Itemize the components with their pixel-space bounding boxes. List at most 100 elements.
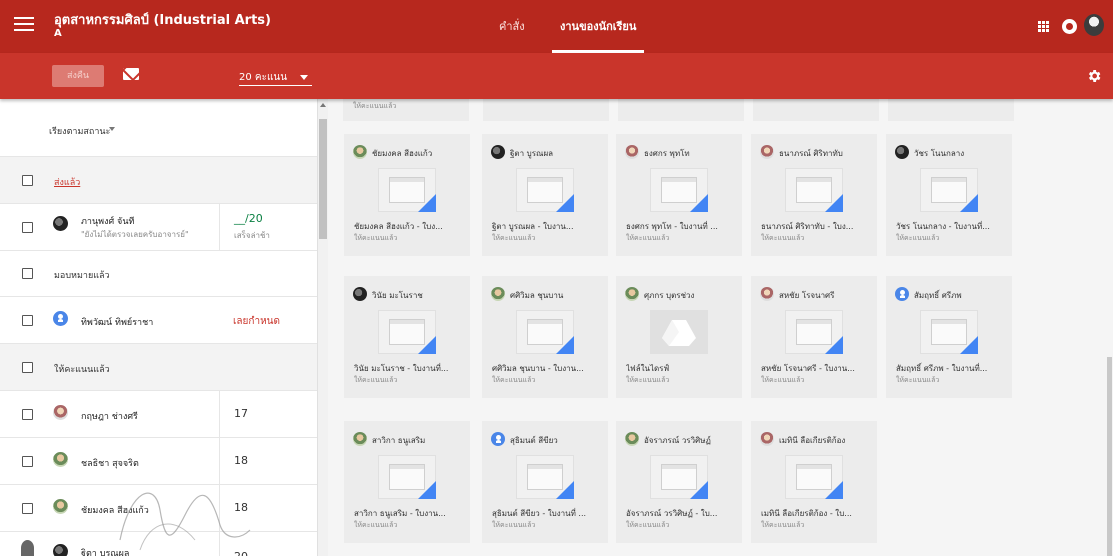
document-thumbnail[interactable] [650,455,708,499]
card-partial[interactable]: ให้คะแนนแล้ว [343,99,469,121]
list-scrollbar[interactable] [318,99,328,556]
student-row[interactable]: ชัยมงคล สีฮงแก้ว 18 [0,484,317,532]
student-work-card[interactable]: ชัยมงคล สีฮงแก้ว ชัยมงคล สีฮงแก้ว - ใบง..… [344,134,470,256]
student-work-card[interactable]: ศุภกร บุตรช่วง ไฟล์ในไดรฟ์ ให้คะแนนแล้ว [616,276,742,398]
card-file-title[interactable]: วินัย มะโนราช - ใบงานที่... [354,362,466,375]
student-row[interactable]: ภานุพงศ์ จันที "ยังไม่ได้ตรวจเลยครับอาจา… [0,203,317,251]
document-thumbnail[interactable] [516,168,574,212]
grade-value: 17 [234,407,248,420]
card-file-title[interactable]: อัจราภรณ์ วรวิศิษฏ์ - ใบ... [626,507,738,520]
student-checkbox[interactable] [22,315,33,326]
apps-grid-icon[interactable] [1038,21,1049,32]
course-title[interactable]: อุตสาหกรรมศิลป์ (Industrial Arts) [54,9,271,30]
card-student-name: วินัย มะโนราช [372,291,423,300]
section-label-graded: ให้คะแนนแล้ว [54,365,110,375]
drive-file-thumbnail[interactable] [650,310,708,354]
card-file-title[interactable]: ชัยมงคล สีฮงแก้ว - ใบง... [354,220,466,233]
card-file-title[interactable]: สุธิมนต์ สีขียว - ใบงานที่ ... [492,507,604,520]
scrollbar-thumb[interactable] [1107,357,1112,556]
student-checkbox[interactable] [22,222,33,233]
student-work-card[interactable]: สหชัย โรจนาศรี สหชัย โรจนาศรี - ใบงาน... ใ… [751,276,877,398]
return-button[interactable]: ส่งคืน [52,65,104,87]
student-avatar [491,287,505,301]
student-row[interactable]: ชลธิชา สุจจริต 18 [0,437,317,485]
card-partial[interactable] [888,99,1014,121]
document-thumbnail[interactable] [785,455,843,499]
sort-dropdown[interactable]: เรียงตามสถานะ [0,99,317,156]
card-file-title[interactable]: เมทินี ลือเกียรติก้อง - ใบ... [761,507,873,520]
grade-cell[interactable]: 17 [219,391,317,438]
student-list-panel: เรียงตามสถานะ ส่งแล้ว ภานุพงศ์ จันที "ยั… [0,99,318,556]
section-checkbox[interactable] [22,175,33,186]
gear-icon[interactable] [1086,68,1102,84]
tab-instructions[interactable]: คำสั่ง [499,0,525,53]
student-row[interactable]: ทิพวัฒน์ ทิพย์ราชา เลยกำหนด [0,296,317,344]
student-checkbox[interactable] [22,456,33,467]
student-work-card[interactable]: อัจราภรณ์ วรวิศิษฏ์ อัจราภรณ์ วรวิศิษฏ์ -… [616,421,742,543]
card-file-title[interactable]: สหชัย โรจนาศรี - ใบงาน... [761,362,873,375]
card-file-title[interactable]: สัมฤทธิ์ ศรีภพ - ใบงานที่... [896,362,1008,375]
student-checkbox[interactable] [22,409,33,420]
student-work-card[interactable]: ธงศกร พุทโท ธงศกร พุทโท - ใบงานที่ ... ให้… [616,134,742,256]
card-partial[interactable] [618,99,744,121]
card-file-title[interactable]: ศศิวิมล ชุนบาน - ใบงาน... [492,362,604,375]
section-label-turned-in[interactable]: ส่งแล้ว [54,175,80,189]
section-checkbox[interactable] [22,268,33,279]
card-file-title[interactable]: วัชร โนนกลาง - ใบงานที่... [896,220,1008,233]
card-file-title[interactable]: ธนาภรณ์ ศิริทาทับ - ใบง... [761,220,873,233]
student-avatar [53,544,68,556]
document-thumbnail[interactable] [650,168,708,212]
student-checkbox[interactable] [22,503,33,514]
document-thumbnail[interactable] [785,310,843,354]
section-checkbox[interactable] [22,362,33,373]
card-partial[interactable] [753,99,879,121]
document-thumbnail[interactable] [516,310,574,354]
card-file-title[interactable]: สาวิกา ธนูเสริม - ใบงาน... [354,507,466,520]
grade-cell[interactable]: เลยกำหนด [219,297,317,344]
tab-student-work[interactable]: งานของนักเรียน [551,0,645,53]
document-thumbnail[interactable] [920,310,978,354]
private-comment: "ยังไม่ได้ตรวจเลยครับอาจารย์" [81,230,189,239]
student-work-card[interactable]: ธนาภรณ์ ศิริทาทับ ธนาภรณ์ ศิริทาทับ - ใบง… [751,134,877,256]
document-thumbnail[interactable] [920,168,978,212]
student-work-card[interactable]: ฐิตา บูรณผล ฐิตา บูรณผล - ใบงาน... ให้คะแน… [482,134,608,256]
account-icon[interactable] [1062,19,1077,34]
points-dropdown[interactable]: 20 คะแนน [239,67,312,86]
card-status: ให้คะแนนแล้ว [896,376,940,384]
grade-cell[interactable]: 18 [219,438,317,485]
student-row[interactable]: กฤษฎา ช่างศรี 17 [0,390,317,438]
card-file-title[interactable]: ธงศกร พุทโท - ใบงานที่ ... [626,220,738,233]
document-thumbnail[interactable] [378,168,436,212]
card-file-title[interactable]: ฐิตา บูรณผล - ใบงาน... [492,220,604,233]
person-icon[interactable] [21,540,34,556]
student-row[interactable]: ฐิตา บูรณผล 20 [0,531,317,556]
student-work-card[interactable]: วัชร โนนกลาง วัชร โนนกลาง - ใบงานที่... ให… [886,134,1012,256]
student-work-card[interactable]: สาวิกา ธนูเสริม สาวิกา ธนูเสริม - ใบงาน..… [344,421,470,543]
grid-scrollbar[interactable] [1106,99,1113,556]
card-student-name: ธงศกร พุทโท [644,149,690,158]
scrollbar-thumb[interactable] [319,119,327,239]
card-status: ให้คะแนนแล้ว [761,234,805,242]
card-status: ให้คะแนนแล้ว [492,521,536,529]
card-file-title[interactable]: ไฟล์ในไดรฟ์ [626,362,738,375]
student-avatar [53,405,68,420]
scroll-up-arrow-icon[interactable] [320,103,326,107]
grade-cell[interactable]: __/20 เสร็จล่าช้า [219,204,317,251]
student-work-card[interactable]: ศศิวิมล ชุนบาน ศศิวิมล ชุนบาน - ใบงาน... ใ… [482,276,608,398]
mail-icon[interactable] [123,68,139,80]
menu-icon[interactable] [14,17,34,35]
student-avatar [625,287,639,301]
student-work-card[interactable]: สัมฤทธิ์ ศรีภพ สัมฤทธิ์ ศรีภพ - ใบงานที่.… [886,276,1012,398]
student-work-card[interactable]: เมทินี ลือเกียรติก้อง เมทินี ลือเกียรติก้… [751,421,877,543]
user-avatar[interactable] [1084,14,1104,36]
document-thumbnail[interactable] [378,310,436,354]
document-thumbnail[interactable] [378,455,436,499]
student-work-card[interactable]: สุธิมนต์ สีขียว สุธิมนต์ สีขียว - ใบงานที… [482,421,608,543]
grade-cell[interactable]: 20 [219,532,317,556]
document-thumbnail[interactable] [516,455,574,499]
card-partial[interactable] [483,99,609,121]
grade-cell[interactable]: 18 [219,485,317,532]
document-thumbnail[interactable] [785,168,843,212]
student-avatar [895,287,909,301]
student-work-card[interactable]: วินัย มะโนราชวินัย มะโนราช - ใบงานที่...… [344,276,470,398]
